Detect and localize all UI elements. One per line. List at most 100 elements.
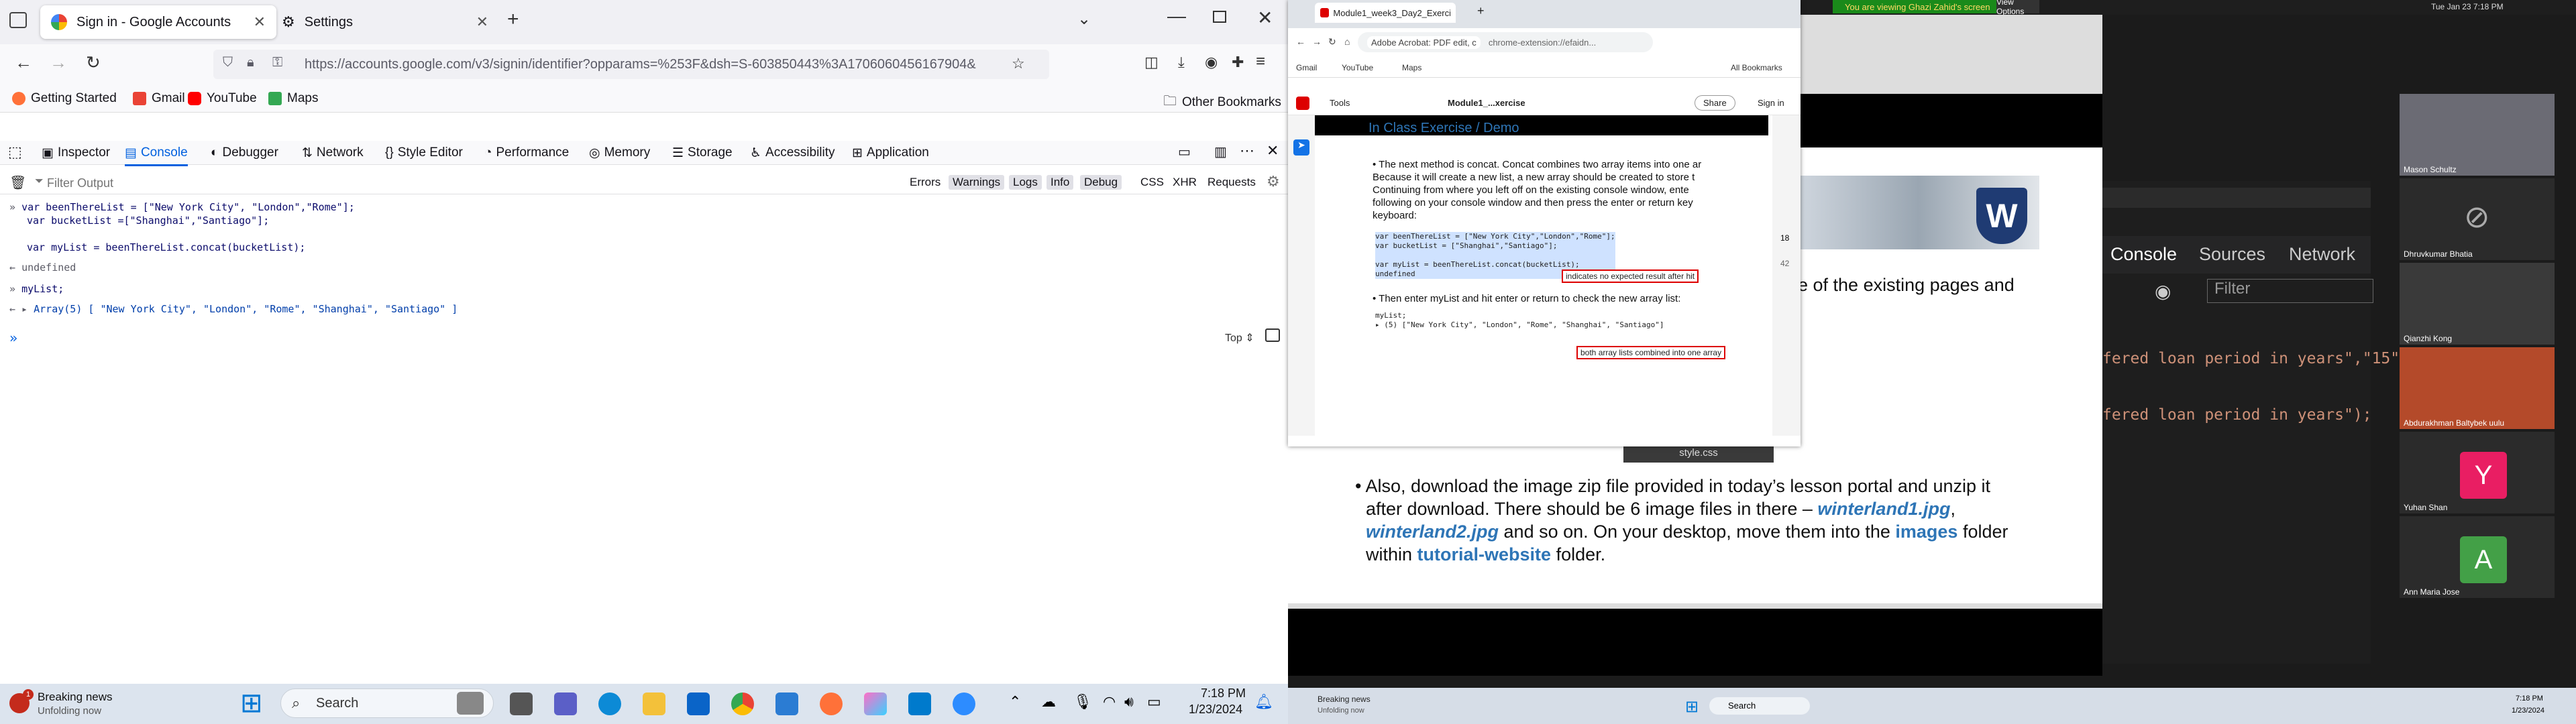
back-arrow-icon[interactable]: ← [15, 52, 32, 73]
close-window-button[interactable]: ✕ [1257, 7, 1273, 29]
filter-input[interactable]: Filter [2207, 279, 2373, 303]
bookmark-youtube[interactable]: YouTube [1342, 63, 1373, 72]
microphone-icon[interactable]: 🎙︎ [1073, 693, 1092, 711]
chrome-icon[interactable] [731, 692, 754, 715]
trash-icon[interactable]: 🗑︎ [9, 174, 26, 191]
all-bookmarks[interactable]: All Bookmarks [1731, 63, 1782, 72]
tab-debugger[interactable]: ◐ Debugger [211, 143, 278, 162]
windows-start-icon[interactable]: ⊞ [240, 688, 263, 719]
console-prompt[interactable]: » [9, 330, 17, 346]
settings-gear-icon[interactable]: ⚙ [1267, 173, 1280, 190]
tab-overview-icon[interactable] [9, 12, 27, 28]
clock-date[interactable]: 1/23/2024 [1189, 703, 1242, 717]
tab-network[interactable]: Network [2289, 244, 2355, 265]
tab-network[interactable]: ⇅ Network [302, 143, 364, 162]
file-manager-icon[interactable] [510, 692, 533, 715]
cursor-tool-icon[interactable]: ➤ [1293, 139, 1309, 156]
bookmark-youtube[interactable]: YouTube [188, 91, 257, 106]
cloud-icon[interactable]: ☁ [1041, 693, 1056, 711]
tools-menu[interactable]: Tools [1330, 98, 1350, 108]
tab-console[interactable]: Console [2110, 244, 2177, 265]
mail-icon[interactable] [687, 692, 710, 715]
taskbar-search[interactable]: ⌕ Search [280, 688, 494, 718]
bookmark-maps[interactable]: Maps [268, 91, 318, 106]
other-bookmarks[interactable]: 🗀 Other Bookmarks [1163, 91, 1281, 114]
context-selector[interactable]: Top ⇕ [1225, 331, 1254, 345]
forward-arrow-icon[interactable]: → [1312, 36, 1322, 47]
new-tab-button[interactable]: + [1477, 4, 1485, 18]
tab-settings[interactable]: ⚙ Settings ✕ [271, 5, 499, 39]
tab-storage[interactable]: ☰ Storage [672, 143, 733, 162]
reload-icon[interactable]: ↻ [1328, 36, 1336, 48]
account-icon[interactable]: ◉ [1205, 54, 1218, 71]
responsive-icon[interactable]: ▭ [1178, 143, 1191, 160]
filter-info[interactable]: Info [1046, 175, 1074, 190]
filter-xhr[interactable]: XHR [1173, 176, 1197, 189]
minimize-button[interactable]: — [1167, 5, 1186, 27]
pocket-icon[interactable]: ◫ [1144, 54, 1159, 71]
tab-accessibility[interactable]: ♿︎ Accessibility [750, 143, 835, 162]
more-options-icon[interactable]: ⋯ [1240, 142, 1254, 160]
teams-icon[interactable] [554, 692, 577, 715]
notification-bell-icon[interactable]: 🔔︎ [1254, 693, 1273, 711]
filter-debug[interactable]: Debug [1080, 175, 1122, 190]
sign-in-link[interactable]: Sign in [1758, 98, 1784, 108]
tab-application[interactable]: ⊞ Application [852, 143, 929, 162]
eye-icon[interactable]: ◉ [2155, 280, 2171, 302]
paint-icon[interactable] [864, 692, 887, 715]
clock-time[interactable]: 7:18 PM [1201, 686, 1246, 701]
bookmark-gmail[interactable]: Gmail [133, 91, 185, 106]
tab-console[interactable]: ▤ Console [125, 143, 188, 166]
close-tab-icon[interactable]: ✕ [254, 13, 266, 31]
news-widget[interactable]: 1 Breaking news Unfolding now [8, 689, 142, 719]
home-icon[interactable]: ⌂ [1344, 36, 1350, 47]
share-button[interactable]: Share [1695, 95, 1735, 111]
tab-sources[interactable]: Sources [2199, 244, 2265, 265]
reload-icon[interactable]: ↻ [86, 52, 101, 73]
forward-arrow-icon[interactable]: → [50, 52, 67, 73]
list-tabs-icon[interactable]: ⌄ [1077, 9, 1091, 29]
bookmark-maps[interactable]: Maps [1402, 63, 1421, 72]
console-result-array[interactable]: ← ▸ Array(5) [ "New York City", "London"… [9, 303, 458, 315]
participant-video[interactable]: Mason Schultz [2400, 94, 2555, 176]
tab-pdf[interactable]: Module1_week3_Day2_Exercis [1315, 3, 1456, 23]
dock-icon[interactable]: ▥ [1214, 143, 1227, 160]
split-console-icon[interactable] [1265, 328, 1280, 342]
vscode-icon[interactable] [908, 692, 931, 715]
folder-icon[interactable] [643, 692, 665, 715]
element-picker-icon[interactable]: ⬚ [8, 143, 22, 161]
bookmark-getting-started[interactable]: Getting Started [12, 91, 117, 106]
battery-icon[interactable]: ▭ [1147, 693, 1161, 711]
new-tab-button[interactable]: + [507, 8, 519, 31]
participant-avatar[interactable]: A Ann Maria Jose [2400, 516, 2555, 598]
filter-warnings[interactable]: Warnings [949, 175, 1005, 190]
filter-requests[interactable]: Requests [1208, 176, 1256, 189]
extensions-icon[interactable]: ✚ [1232, 54, 1244, 71]
firefox-icon[interactable] [820, 692, 843, 715]
filter-css[interactable]: CSS [1140, 176, 1164, 189]
download-icon[interactable]: ⤓ [1178, 54, 1185, 71]
participant-video[interactable]: ⊘ Dhruvkumar Bhatia [2400, 178, 2555, 260]
chrome-omnibox[interactable]: Adobe Acrobat: PDF edit, c chrome-extens… [1358, 32, 1653, 52]
zoom-icon[interactable] [953, 692, 975, 715]
windows-start-icon[interactable]: ⊞ [1685, 697, 1699, 717]
bookmark-gmail[interactable]: Gmail [1296, 63, 1317, 72]
filter-logs[interactable]: Logs [1009, 175, 1042, 190]
chevron-up-icon[interactable]: ⌃ [1009, 693, 1021, 711]
url-bar[interactable]: ⛉ 🔒︎ ⚿ https://accounts.google.com/v3/si… [213, 50, 1049, 79]
tab-performance[interactable]: ◔ Performance [484, 143, 569, 162]
tab-google-signin[interactable]: Sign in - Google Accounts ✕ [40, 5, 276, 39]
edge-icon[interactable] [598, 692, 621, 715]
wifi-icon[interactable]: ◠ [1103, 693, 1116, 711]
filter-errors[interactable]: Errors [910, 176, 941, 189]
close-devtools-icon[interactable]: ✕ [1267, 142, 1279, 160]
bookmark-star-icon[interactable]: ☆ [1012, 55, 1025, 72]
notes-icon[interactable] [775, 692, 798, 715]
menu-icon[interactable]: ≡ [1256, 52, 1265, 71]
shared-search[interactable]: Search [1709, 697, 1810, 715]
participant-video[interactable]: Qianzhi Kong [2400, 263, 2555, 345]
back-arrow-icon[interactable]: ← [1296, 36, 1305, 47]
volume-icon[interactable]: 🔊︎ [1124, 693, 1134, 711]
participant-video[interactable]: Abdurakhman Baltybek uulu [2400, 347, 2555, 429]
file-name[interactable]: Module1_...xercise [1448, 98, 1525, 108]
